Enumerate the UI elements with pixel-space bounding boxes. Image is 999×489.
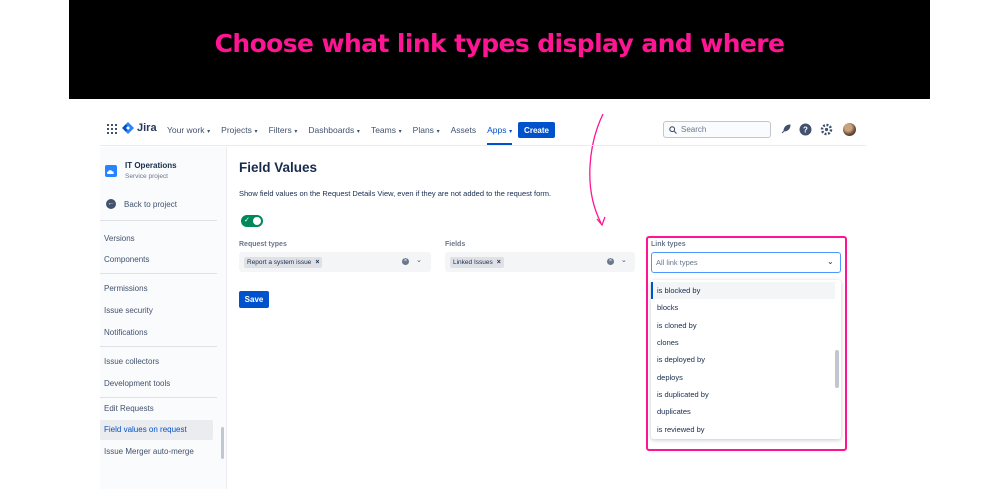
sidebar-divider: [100, 346, 217, 347]
nav-item-projects[interactable]: Projects ▾: [221, 116, 257, 144]
sidebar-divider: [100, 220, 217, 221]
menu-item[interactable]: is cloned by: [651, 317, 835, 334]
request-types-label: Request types: [239, 241, 287, 248]
sidebar-item-edit-requests[interactable]: Edit Requests: [104, 404, 154, 413]
sidebar-item-issue-security[interactable]: Issue security: [104, 306, 153, 315]
sidebar-item-issue-collectors[interactable]: Issue collectors: [104, 357, 159, 366]
nav-item-apps[interactable]: Apps ▾: [487, 116, 513, 145]
chip-label: Report a system issue: [247, 259, 312, 266]
menu-item[interactable]: deploys: [651, 369, 835, 386]
chevron-down-icon: ▾: [292, 129, 298, 135]
chevron-down-icon: ▾: [205, 129, 211, 135]
menu-item[interactable]: duplicates: [651, 403, 835, 420]
create-button[interactable]: Create: [518, 122, 555, 138]
menu-item[interactable]: is blocked by: [651, 282, 835, 299]
jira-logo-text: Jira: [137, 122, 157, 134]
back-label: Back to project: [124, 199, 177, 209]
app-switcher-icon[interactable]: [107, 124, 117, 134]
menu-item[interactable]: blocks: [651, 299, 835, 316]
chevron-down-icon[interactable]: ⌄: [827, 257, 834, 266]
sidebar-scrollbar[interactable]: [221, 427, 224, 459]
nav-item-label: Your work: [167, 125, 205, 135]
sidebar-item-versions[interactable]: Versions: [104, 234, 135, 243]
jira-logo[interactable]: Jira: [122, 122, 157, 134]
menu-item[interactable]: clones: [651, 334, 835, 351]
sidebar-item-permissions[interactable]: Permissions: [104, 284, 148, 293]
nav-item-teams[interactable]: Teams ▾: [371, 116, 402, 144]
page-description: Show field values on the Request Details…: [239, 189, 552, 198]
settings-icon[interactable]: [820, 123, 833, 136]
sidebar-item-field-values[interactable]: Field values on request: [100, 420, 213, 440]
chevron-down-icon: ▾: [355, 129, 360, 135]
nav-item-plans[interactable]: Plans ▾: [413, 116, 440, 144]
project-header[interactable]: IT Operations Service project: [105, 161, 177, 180]
field-values-toggle[interactable]: ✓: [241, 215, 263, 227]
cloud-icon: [105, 165, 117, 177]
chevron-down-icon: ▾: [252, 129, 258, 135]
fields-select[interactable]: Linked Issues × × ⌄: [445, 252, 635, 272]
field-chip: Linked Issues ×: [450, 257, 504, 268]
search-placeholder: Search: [681, 125, 707, 134]
toggle-knob: [253, 217, 261, 225]
sidebar-divider: [100, 397, 217, 398]
sidebar-divider: [100, 273, 217, 274]
chevron-down-icon[interactable]: ⌄: [416, 256, 422, 264]
sidebar: IT Operations Service project ← Back to …: [100, 147, 227, 489]
chevron-down-icon[interactable]: ⌄: [621, 256, 627, 264]
check-icon: ✓: [244, 217, 250, 224]
avatar[interactable]: [843, 123, 856, 136]
chip-label: Linked Issues: [453, 259, 493, 266]
nav-item-label: Filters: [268, 125, 292, 135]
nav-item-label: Teams: [370, 125, 396, 135]
sidebar-item-development-tools[interactable]: Development tools: [104, 379, 170, 388]
menu-item[interactable]: is duplicated by: [651, 386, 835, 403]
arrow-left-icon: ←: [106, 199, 116, 209]
nav-item-label: Assets: [450, 125, 477, 135]
nav-item-label: Apps: [487, 125, 507, 135]
search-input[interactable]: Search: [663, 121, 771, 138]
search-icon: [669, 125, 677, 134]
clear-icon[interactable]: ×: [402, 258, 409, 265]
project-name: IT Operations: [125, 161, 177, 170]
menu-item[interactable]: is deployed by: [651, 351, 835, 368]
nav-item-label: Plans: [412, 125, 434, 135]
chevron-down-icon: ▾: [507, 129, 513, 135]
project-type: Service project: [125, 173, 168, 180]
nav-item-label: Projects: [221, 125, 252, 135]
nav-item-your-work[interactable]: Your work ▾: [167, 116, 210, 144]
link-types-select[interactable]: All link types ⌄: [651, 252, 841, 273]
request-type-chip: Report a system issue ×: [244, 257, 323, 268]
remove-chip-icon[interactable]: ×: [315, 259, 319, 266]
page-title: Field Values: [239, 160, 318, 175]
notifications-icon[interactable]: [779, 123, 792, 136]
nav-item-filters[interactable]: Filters ▾: [269, 116, 298, 144]
top-navigation: Jira Your work ▾ Projects ▾ Filters ▾ Dashb…: [100, 116, 866, 146]
back-to-project-link[interactable]: ← Back to project: [106, 199, 177, 209]
link-types-placeholder: All link types: [656, 258, 698, 267]
nav-item-label: Dashboards: [308, 125, 355, 135]
menu-item[interactable]: is reviewed by: [651, 421, 835, 438]
remove-chip-icon[interactable]: ×: [497, 259, 501, 266]
promo-banner: Choose what link types display and where: [69, 0, 930, 99]
nav-item-dashboards[interactable]: Dashboards ▾: [308, 116, 360, 144]
sidebar-item-issue-merger[interactable]: Issue Merger auto-merge: [104, 447, 194, 456]
save-button[interactable]: Save: [239, 291, 269, 308]
sidebar-item-notifications[interactable]: Notifications: [104, 328, 148, 337]
nav-menu: Your work ▾ Projects ▾ Filters ▾ Dashboards…: [167, 116, 523, 145]
chevron-down-icon: ▾: [396, 129, 402, 135]
fields-label: Fields: [445, 241, 466, 248]
sidebar-item-components[interactable]: Components: [104, 255, 149, 264]
help-icon[interactable]: ?: [799, 123, 812, 136]
link-types-menu: is blocked by blocks is cloned by clones…: [651, 280, 841, 439]
svg-text:?: ?: [803, 126, 808, 135]
link-types-label: Link types: [651, 241, 686, 248]
chevron-down-icon: ▾: [434, 129, 440, 135]
nav-item-assets[interactable]: Assets: [451, 116, 477, 144]
banner-title: Choose what link types display and where: [214, 29, 785, 58]
clear-icon[interactable]: ×: [607, 258, 614, 265]
jira-logo-icon: [122, 122, 134, 134]
request-types-select[interactable]: Report a system issue × × ⌄: [239, 252, 431, 272]
menu-scrollbar[interactable]: [835, 350, 839, 388]
